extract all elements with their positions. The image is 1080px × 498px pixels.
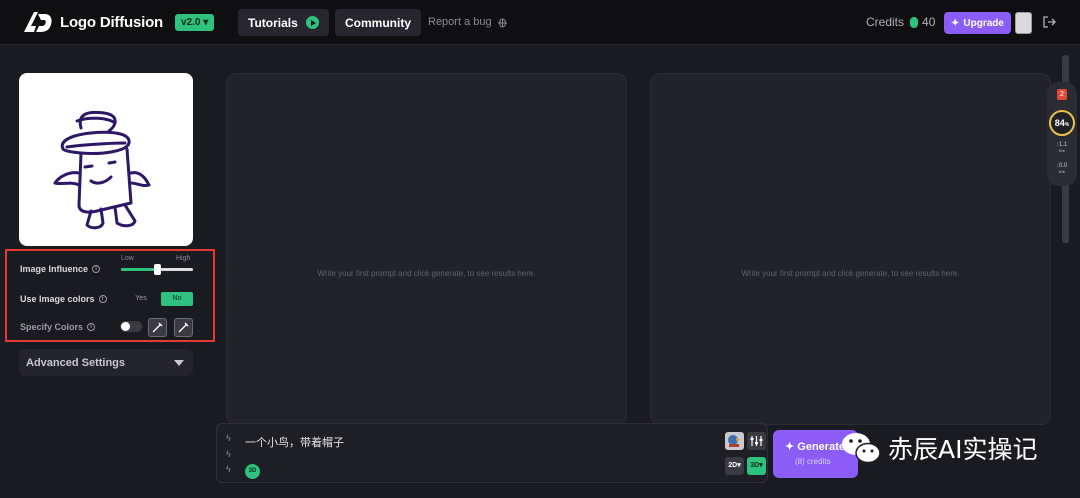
sliders-button[interactable] <box>747 432 766 450</box>
reference-image[interactable] <box>19 73 193 246</box>
use-image-colors-label: Use Image colors i <box>20 294 107 304</box>
logo[interactable]: Logo Diffusion <box>22 10 163 34</box>
use-image-colors-text: Use Image colors <box>20 294 95 304</box>
influence-low-label: Low <box>121 255 134 262</box>
community-button[interactable]: Community <box>335 9 421 36</box>
speed-widget[interactable]: 2 84% ↑1.1 K/s ↓0.0 K/s <box>1047 82 1077 186</box>
mode-badge[interactable]: 3D <box>245 464 260 479</box>
result-panel-left: Write your first prompt and click genera… <box>226 73 627 425</box>
brand-name: Logo Diffusion <box>60 13 164 31</box>
community-label: Community <box>345 15 411 30</box>
logo-mark-icon <box>24 12 52 32</box>
sliders-icon <box>750 436 763 446</box>
bolt-icon[interactable]: ϟ <box>226 449 231 459</box>
download-speed: ↓0.0 K/s <box>1056 163 1068 174</box>
report-bug-link[interactable]: Report a bug <box>428 16 508 28</box>
report-bug-label: Report a bug <box>428 16 492 28</box>
play-icon <box>305 16 319 29</box>
result-panel-right: Write your first prompt and click genera… <box>650 73 1051 425</box>
specify-colors-text: Specify Colors <box>20 322 84 332</box>
info-icon[interactable]: i <box>87 323 96 331</box>
watermark-text: 赤辰AI实操记 <box>888 435 1038 464</box>
alert-badge: 2 <box>1057 89 1067 100</box>
tutorials-label: Tutorials <box>248 15 298 30</box>
logout-icon[interactable] <box>1042 15 1056 29</box>
version-badge[interactable]: v2.0 ▾ <box>175 14 215 31</box>
usage-percent: 84% <box>1054 118 1070 128</box>
slider-thumb[interactable] <box>153 264 161 275</box>
no-option[interactable]: No <box>161 292 193 306</box>
empty-state-text: Write your first prompt and click genera… <box>317 269 536 278</box>
wechat-icon <box>842 433 881 464</box>
coin-icon <box>910 16 919 28</box>
image-influence-label: Image Influence i <box>20 264 101 274</box>
yes-option[interactable]: Yes <box>126 292 156 305</box>
info-icon[interactable]: i <box>98 295 107 303</box>
bolt-icon[interactable]: ϟ <box>226 433 231 443</box>
sketch-drawing <box>53 110 151 230</box>
settings-panel: Low High Image Influence i Use Image col… <box>0 46 215 498</box>
generate-label: ✦ Generate <box>785 441 845 453</box>
info-icon[interactable]: i <box>92 265 101 273</box>
chevron-down-icon <box>174 360 184 366</box>
advanced-settings-dropdown[interactable]: Advanced Settings <box>19 349 193 376</box>
specify-colors-toggle[interactable] <box>120 321 142 332</box>
image-influence-slider[interactable] <box>121 264 193 275</box>
specify-colors-label: Specify Colors i <box>20 322 96 332</box>
advanced-settings-label: Advanced Settings <box>26 356 126 369</box>
avatar[interactable] <box>1015 12 1032 34</box>
color-picker-2[interactable] <box>174 318 193 337</box>
generate-cost: (8) credits <box>795 457 831 466</box>
usage-gauge: 84% <box>1049 110 1075 136</box>
eyedropper-icon <box>178 322 189 333</box>
2d-mode-button[interactable]: 2D▾ <box>725 457 744 475</box>
image-style-button[interactable] <box>725 432 744 450</box>
upgrade-button[interactable]: ✦ Upgrade <box>944 12 1011 34</box>
color-picker-1[interactable] <box>148 318 167 337</box>
slider-fill <box>121 268 157 271</box>
prompt-bar: ϟ ϟ ϟ 一个小鸟，带着帽子 3D 2D▾ 3D▾ <box>216 423 768 483</box>
empty-state-text: Write your first prompt and click genera… <box>741 269 960 278</box>
image-influence-text: Image Influence <box>20 264 89 274</box>
bug-icon <box>497 18 507 27</box>
bolt-icon[interactable]: ϟ <box>226 464 231 474</box>
influence-high-label: High <box>176 255 191 262</box>
tutorials-button[interactable]: Tutorials <box>238 9 329 36</box>
upload-speed: ↑1.1 K/s <box>1056 142 1068 153</box>
upgrade-label: Upgrade <box>963 17 1004 29</box>
sparkle-icon: ✦ <box>951 17 960 29</box>
bird-icon <box>728 435 741 447</box>
prompt-input[interactable]: 一个小鸟，带着帽子 <box>245 434 344 450</box>
credits-label: Credits <box>866 15 905 29</box>
eyedropper-icon <box>152 322 163 333</box>
3d-mode-button[interactable]: 3D▾ <box>747 457 766 475</box>
credits-value: 40 <box>922 15 936 29</box>
watermark: 赤辰AI实操记 <box>840 430 1037 466</box>
top-bar: Logo Diffusion v2.0 ▾ Tutorials Communit… <box>0 0 1080 45</box>
credits-display: Credits 40 <box>866 15 935 29</box>
